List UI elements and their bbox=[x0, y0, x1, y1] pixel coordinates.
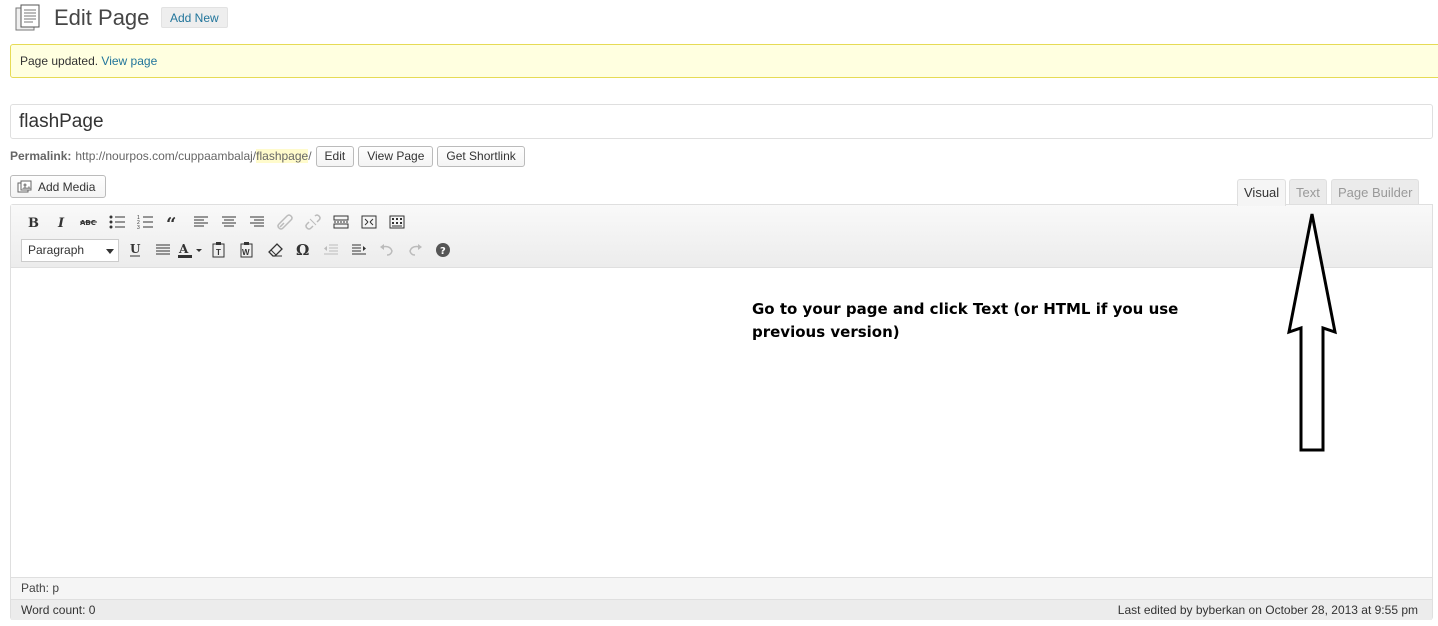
editor-content-area[interactable]: Go to your page and click Text (or HTML … bbox=[11, 268, 1432, 577]
read-more-icon[interactable] bbox=[327, 210, 355, 234]
tab-text[interactable]: Text bbox=[1289, 179, 1327, 205]
svg-text:Ω: Ω bbox=[296, 242, 309, 258]
svg-text:?: ? bbox=[440, 246, 446, 257]
svg-text:3: 3 bbox=[137, 225, 140, 230]
svg-text:W: W bbox=[242, 248, 250, 257]
svg-text:U: U bbox=[130, 242, 141, 256]
undo-icon[interactable] bbox=[373, 238, 401, 262]
align-left-icon[interactable] bbox=[187, 210, 215, 234]
toolbar-row-1: B I ABC 123 “ bbox=[19, 210, 411, 234]
edit-permalink-button[interactable]: Edit bbox=[315, 145, 355, 167]
help-icon[interactable]: ? bbox=[429, 238, 457, 262]
content-editor: B I ABC 123 “ Paragraph U A T W Ω ? Go t… bbox=[10, 204, 1433, 620]
svg-text:B: B bbox=[28, 216, 39, 229]
get-shortlink-button[interactable]: Get Shortlink bbox=[437, 145, 525, 167]
svg-text:T: T bbox=[216, 248, 221, 257]
text-color-icon[interactable]: A bbox=[177, 238, 205, 262]
blockquote-icon[interactable]: “ bbox=[159, 210, 187, 234]
svg-text:I: I bbox=[57, 216, 65, 229]
indent-icon[interactable] bbox=[345, 238, 373, 262]
align-center-icon[interactable] bbox=[215, 210, 243, 234]
align-right-icon[interactable] bbox=[243, 210, 271, 234]
format-select-value: Paragraph bbox=[28, 242, 85, 257]
editor-status-bar: Word count: 0 Last edited by byberkan on… bbox=[11, 599, 1432, 620]
toolbar-row-2: Paragraph U A T W Ω ? bbox=[19, 238, 457, 262]
svg-text:ABC: ABC bbox=[80, 219, 96, 227]
clear-formatting-icon[interactable] bbox=[261, 238, 289, 262]
tab-visual[interactable]: Visual bbox=[1237, 179, 1287, 206]
post-title-input[interactable]: flashPage bbox=[10, 104, 1433, 139]
svg-text:A: A bbox=[178, 242, 189, 256]
tab-page-builder[interactable]: Page Builder bbox=[1331, 179, 1420, 205]
fullscreen-icon[interactable] bbox=[355, 210, 383, 234]
bullet-list-icon[interactable] bbox=[103, 210, 131, 234]
toolbar-toggle-icon[interactable] bbox=[383, 210, 411, 234]
media-icon bbox=[17, 180, 33, 194]
view-page-button[interactable]: View Page bbox=[358, 145, 434, 167]
add-new-button[interactable]: Add New bbox=[161, 7, 228, 28]
format-select[interactable]: Paragraph bbox=[21, 238, 119, 262]
chevron-down-icon bbox=[106, 248, 114, 254]
editor-toolbar: B I ABC 123 “ Paragraph U A T W Ω ? bbox=[11, 205, 1432, 268]
view-page-link[interactable]: View page bbox=[101, 54, 157, 68]
notice-text: Page updated. bbox=[20, 54, 99, 68]
notice-message: Page updated. View page bbox=[20, 54, 157, 68]
word-count: Word count: 0 bbox=[21, 603, 96, 617]
paste-word-icon[interactable]: W bbox=[233, 238, 261, 262]
special-character-icon[interactable]: Ω bbox=[289, 238, 317, 262]
bold-icon[interactable]: B bbox=[19, 210, 47, 234]
numbered-list-icon[interactable]: 123 bbox=[131, 210, 159, 234]
permalink-base-url: http://nourpos.com/cuppaambalaj/ bbox=[75, 149, 257, 163]
permalink-trailing: / bbox=[308, 149, 312, 163]
italic-icon[interactable]: I bbox=[47, 210, 75, 234]
add-media-label: Add Media bbox=[38, 179, 96, 194]
outdent-icon[interactable] bbox=[317, 238, 345, 262]
permalink-label: Permalink: bbox=[10, 149, 72, 163]
svg-text:“: “ bbox=[166, 215, 176, 229]
permalink-row: Permalink: http://nourpos.com/cuppaambal… bbox=[10, 145, 525, 167]
annotation-arrow-icon bbox=[1283, 206, 1343, 456]
justify-icon[interactable] bbox=[149, 238, 177, 262]
insert-link-icon[interactable] bbox=[271, 210, 299, 234]
underline-icon[interactable]: U bbox=[121, 238, 149, 262]
strikethrough-icon[interactable]: ABC bbox=[75, 210, 103, 234]
last-edited-info: Last edited by byberkan on October 28, 2… bbox=[1117, 603, 1418, 617]
editor-path: Path: p bbox=[11, 577, 1432, 599]
paste-text-icon[interactable]: T bbox=[205, 238, 233, 262]
add-media-button[interactable]: Add Media bbox=[10, 175, 107, 198]
edit-page-icon bbox=[13, 3, 43, 33]
redo-icon[interactable] bbox=[401, 238, 429, 262]
instruction-annotation: Go to your page and click Text (or HTML … bbox=[752, 300, 1179, 341]
unlink-icon[interactable] bbox=[299, 210, 327, 234]
page-title: Edit Page bbox=[54, 5, 150, 30]
update-notice: Page updated. View page bbox=[10, 44, 1438, 78]
permalink-slug: flashpage bbox=[256, 149, 309, 163]
